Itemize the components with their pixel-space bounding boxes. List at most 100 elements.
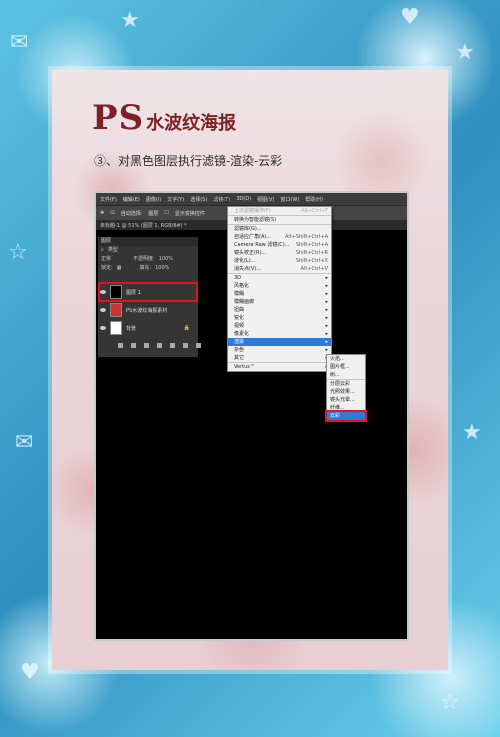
opacity-value[interactable]: 100%	[159, 255, 173, 264]
render-menu-item[interactable]: 云彩	[325, 410, 367, 422]
filter-menu-item[interactable]: 像素化 ▸	[228, 330, 331, 338]
layer-row-layer1[interactable]: 图层 1	[98, 282, 198, 302]
star-icon: ★	[455, 40, 475, 65]
layer-kind-dropdown[interactable]: 类型	[108, 246, 118, 255]
render-menu-item[interactable]: 镜头光晕...	[327, 396, 365, 404]
render-menu-item[interactable]: 树...	[327, 371, 365, 380]
menu-item-label: 锐化	[234, 315, 245, 321]
filter-menu-item[interactable]: 模糊 ▸	[228, 290, 331, 298]
filter-menu-item[interactable]: 杂色 ▸	[228, 346, 331, 354]
menu-type[interactable]: 文字(Y)	[167, 196, 184, 203]
filter-menu-item[interactable]: Vertus™▸	[228, 363, 331, 371]
menu-item-shortcut: Shift+Ctrl+X	[295, 258, 328, 264]
menu-view[interactable]: 视图(V)	[257, 196, 274, 203]
submenu-arrow-icon: ▸	[325, 347, 328, 353]
menu-help[interactable]: 帮助(H)	[305, 196, 323, 203]
title-rest: 水波纹海报	[146, 113, 237, 134]
menu-image[interactable]: 图像(I)	[146, 196, 161, 203]
layer-name: PS水波纹海报素材	[126, 307, 168, 314]
new-layer-icon[interactable]	[183, 343, 188, 348]
menu-item-label: Vertus™	[234, 364, 255, 370]
layer-row-background[interactable]: 背景 🔒	[100, 320, 196, 336]
fill-label: 填充:	[139, 265, 152, 271]
auto-select-checkbox[interactable]: ☑	[110, 210, 114, 216]
menu-item-label: 扭曲	[234, 307, 245, 313]
render-submenu: 火焰... 图片框... 树... 分层云彩 光照效果... 镜头光晕... 纤维... 云彩	[325, 354, 367, 422]
filter-menu-item[interactable]: 镜头校正(R)... Shift+Ctrl+R	[228, 249, 331, 257]
menu-item-label: 图片框...	[330, 364, 350, 370]
render-menu-item[interactable]: 纤维...	[327, 404, 365, 412]
lock-icon[interactable]: ▦	[117, 264, 122, 273]
menu-item-label: 纤维...	[330, 405, 345, 411]
filter-menu-item[interactable]: 渲染 ▸	[228, 338, 331, 346]
submenu-arrow-icon: ▸	[325, 291, 328, 297]
eye-icon[interactable]	[100, 326, 106, 330]
filter-menu-item[interactable]: 视频 ▸	[228, 322, 331, 330]
filter-menu-item[interactable]: 锐化 ▸	[228, 314, 331, 322]
menu-select[interactable]: 选择(S)	[190, 196, 207, 203]
show-transform-checkbox[interactable]: ☐	[164, 210, 168, 216]
render-menu-item[interactable]: 光照效果...	[327, 388, 365, 396]
menu-item-label: 模糊画廊	[234, 299, 255, 305]
filter-menu-item[interactable]: 液化(L)... Shift+Ctrl+X	[228, 257, 331, 265]
submenu-arrow-icon: ▸	[325, 339, 328, 345]
layer-thumbnail	[110, 321, 122, 335]
auto-select-dropdown[interactable]: 图层	[148, 210, 158, 217]
photoshop-window: 文件(F) 编辑(E) 图像(I) 文字(Y) 选择(S) 滤镜(T) 3D(D…	[94, 191, 409, 641]
menu-item-label: 视频	[234, 323, 245, 329]
envelope-icon: ✉	[15, 430, 34, 455]
trash-icon[interactable]	[196, 343, 201, 348]
layer-row-material[interactable]: PS水波纹海报素材	[100, 302, 196, 318]
step-subtitle: ③、对黑色图层执行滤镜-渲染-云彩	[94, 154, 283, 168]
filter-menu-item[interactable]: 其它▸	[228, 354, 331, 363]
menu-item-label: 风格化	[234, 283, 250, 289]
eye-icon[interactable]	[100, 308, 106, 312]
mask-icon[interactable]	[144, 343, 149, 348]
heart-icon: ♥	[20, 660, 40, 685]
adjustment-icon[interactable]	[157, 343, 162, 348]
menu-filter[interactable]: 滤镜(T)	[213, 195, 231, 203]
filter-menu-item[interactable]: 风格化 ▸	[228, 282, 331, 290]
fill-value[interactable]: 100%	[155, 264, 169, 273]
move-tool-icon[interactable]: ✥	[100, 210, 104, 216]
submenu-arrow-icon: ▸	[325, 331, 328, 337]
filter-menu-item[interactable]: 消失点(V)... Alt+Ctrl+V	[228, 265, 331, 274]
layers-panel-header: 图层	[98, 237, 198, 246]
menu-bar: 文件(F) 编辑(E) 图像(I) 文字(Y) 选择(S) 滤镜(T) 3D(D…	[96, 193, 407, 205]
filter-menu-item[interactable]: 转换为智能滤镜(S)	[228, 216, 331, 225]
filter-menu-item[interactable]: 滤镜库(G)...	[228, 225, 331, 233]
render-menu-item[interactable]: 分层云彩	[327, 380, 365, 388]
menu-item-label: 滤镜库(G)...	[234, 226, 262, 232]
lock-icon: 🔒	[183, 325, 190, 331]
menu-window[interactable]: 窗口(W)	[280, 196, 299, 203]
menu-item-label: 上次滤镜操作(F)	[234, 208, 271, 214]
menu-file[interactable]: 文件(F)	[100, 196, 117, 203]
menu-item-shortcut: Shift+Ctrl+A	[295, 242, 328, 248]
submenu-arrow-icon: ▸	[325, 323, 328, 329]
menu-item-label: 消失点(V)...	[234, 266, 262, 272]
render-menu-item[interactable]: 图片框...	[327, 363, 365, 371]
blend-mode-dropdown[interactable]: 正常	[101, 255, 111, 264]
menu-item-shortcut: Alt+Ctrl+V	[300, 266, 328, 272]
menu-item-label: 镜头校正(R)...	[234, 250, 267, 256]
blend-row: 正常 不透明度: 100%	[98, 255, 198, 264]
link-icon[interactable]	[118, 343, 123, 348]
document-tab[interactable]: 未标题-1 @ 51% (图层 1, RGB/8#) *	[100, 222, 187, 229]
menu-item-shortcut: Alt+Shift+Ctrl+A	[284, 234, 328, 240]
filter-menu-item[interactable]: 自适应广角(A)... Alt+Shift+Ctrl+A	[228, 233, 331, 241]
envelope-icon: ✉	[10, 30, 29, 55]
eye-icon[interactable]	[100, 290, 106, 294]
menu-edit[interactable]: 编辑(E)	[123, 196, 140, 203]
filter-menu-item[interactable]: 模糊画廊 ▸	[228, 298, 331, 306]
fx-icon[interactable]	[131, 343, 136, 348]
layer-thumbnail	[110, 285, 122, 299]
filter-menu-item[interactable]: 3D ▸	[228, 274, 331, 282]
render-menu-item[interactable]: 火焰...	[327, 355, 365, 363]
menu-item-label: 杂色	[234, 347, 245, 353]
filter-menu-item[interactable]: Camera Raw 滤镜(C)... Shift+Ctrl+A	[228, 241, 331, 249]
filter-menu-item[interactable]: 扭曲 ▸	[228, 306, 331, 314]
folder-icon[interactable]	[170, 343, 175, 348]
layer-name: 图层 1	[126, 289, 141, 296]
menu-3d[interactable]: 3D(D)	[236, 196, 251, 202]
search-icon: ⌕	[101, 247, 104, 253]
